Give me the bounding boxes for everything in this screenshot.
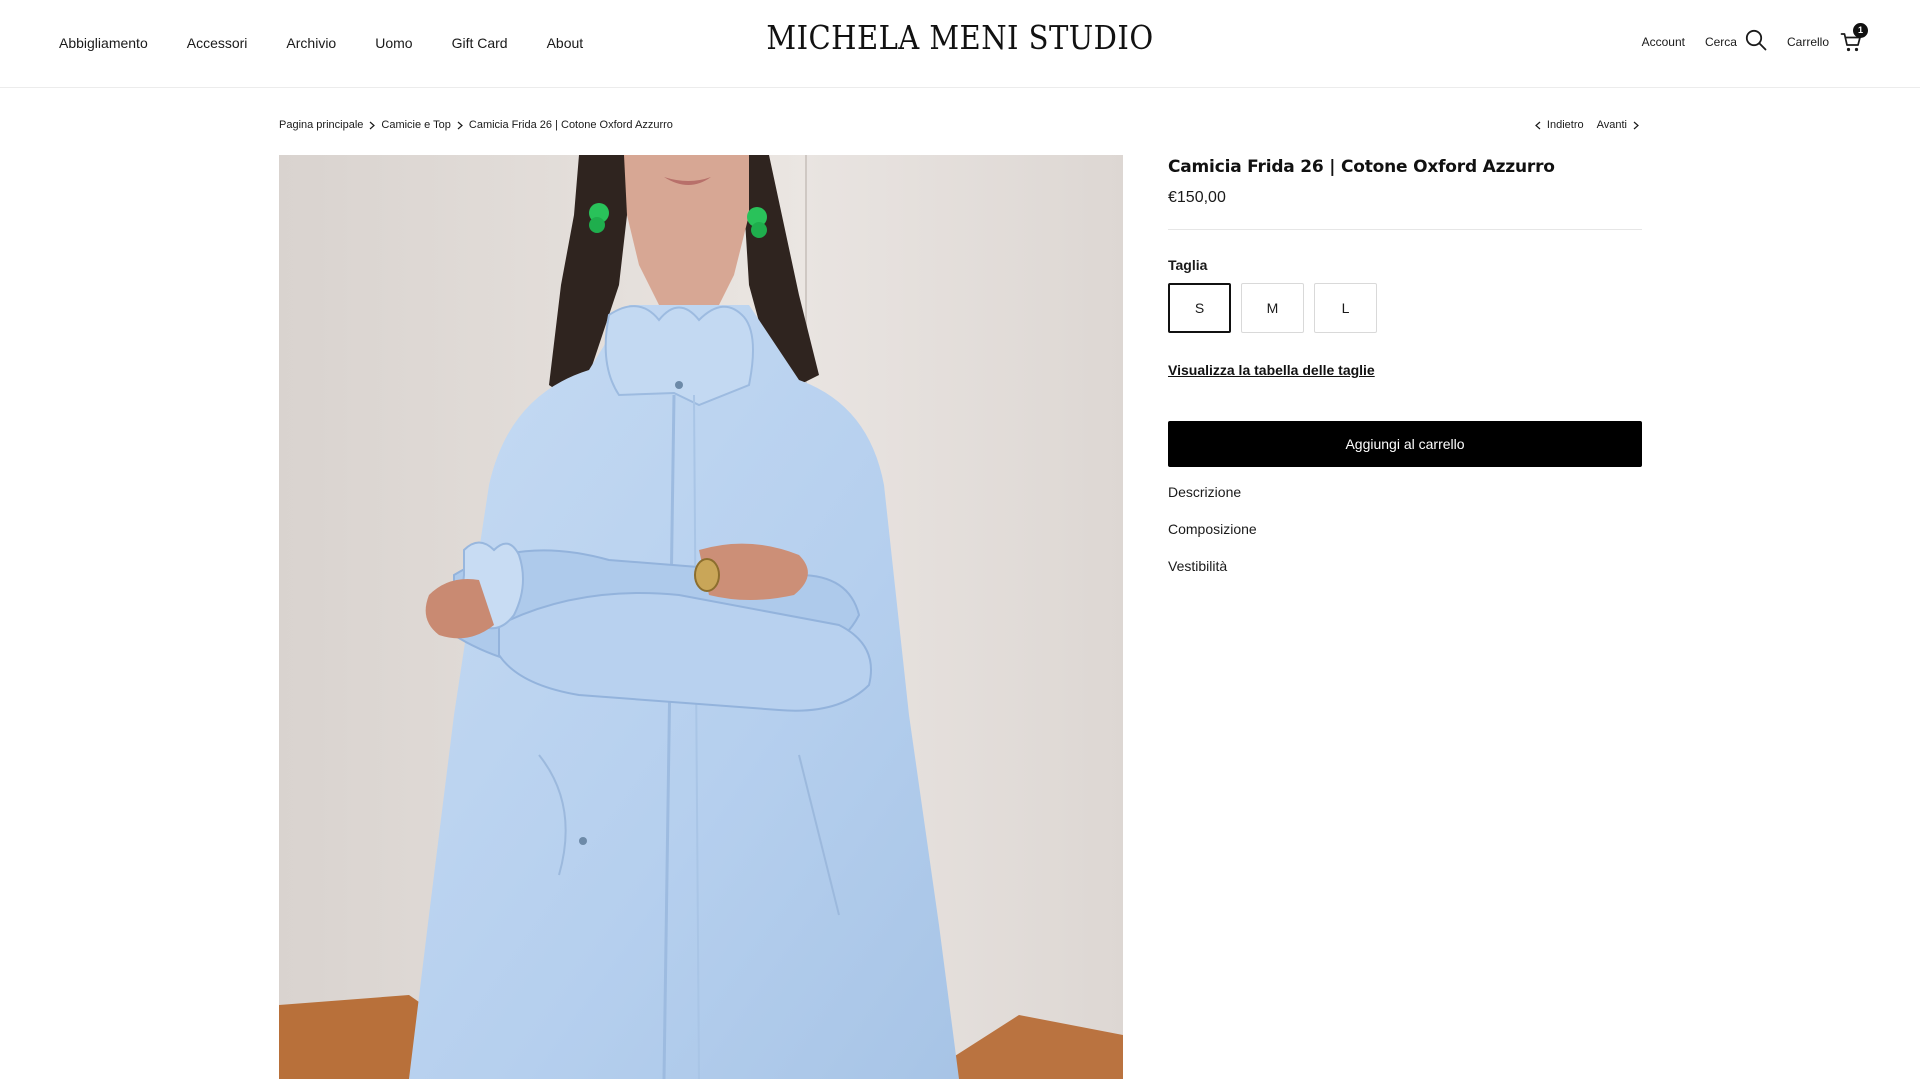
product-price: €150,00	[1168, 189, 1226, 206]
accordion-descrizione[interactable]: Descrizione	[1168, 480, 1642, 517]
cart-button[interactable]: Carrello 1	[1786, 23, 1868, 53]
prev-product-link[interactable]: Indietro	[1535, 119, 1584, 131]
size-guide-link[interactable]: Visualizza la tabella delle taglie	[1168, 362, 1375, 378]
size-option-s[interactable]: S	[1168, 283, 1231, 333]
size-option-l[interactable]: L	[1314, 283, 1377, 333]
breadcrumb: Pagina principale Camicie e Top Camicia …	[279, 119, 673, 131]
accordion-composizione[interactable]: Composizione	[1168, 517, 1642, 554]
header-actions: Account Cerca Carrello 1	[1642, 0, 1868, 84]
site-header: Abbigliamento Accessori Archivio Uomo Gi…	[0, 0, 1920, 88]
size-option-label: Taglia	[1168, 257, 1208, 273]
chevron-right-icon	[369, 121, 376, 130]
breadcrumb-current: Camicia Frida 26 | Cotone Oxford Azzurro	[468, 119, 673, 131]
add-to-cart-button[interactable]: Aggiungi al carrello	[1168, 421, 1642, 467]
breadcrumb-home[interactable]: Pagina principale	[279, 119, 363, 131]
next-product-link[interactable]: Avanti	[1597, 119, 1639, 131]
cart-label: Carrello	[1786, 35, 1829, 49]
chevron-left-icon	[1535, 121, 1541, 129]
brand-logo[interactable]: MICHELA MENI STUDIO	[115, 18, 1805, 57]
size-option-m[interactable]: M	[1241, 283, 1304, 333]
breadcrumb-category[interactable]: Camicie e Top	[381, 119, 451, 131]
cart-count-badge: 1	[1853, 23, 1868, 38]
next-label: Avanti	[1596, 119, 1627, 131]
cart-icon: 1	[1840, 23, 1868, 53]
search-icon	[1745, 29, 1767, 56]
search-label: Cerca	[1704, 35, 1737, 49]
product-accordion: Descrizione Composizione Vestibilità	[1168, 480, 1642, 591]
product-image[interactable]	[279, 155, 1123, 1079]
product-pager: Indietro Avanti	[1535, 119, 1639, 131]
accordion-vestibilita[interactable]: Vestibilità	[1168, 554, 1642, 591]
product-title: Camicia Frida 26 | Cotone Oxford Azzurro	[1168, 157, 1555, 177]
divider	[1168, 229, 1642, 230]
chevron-right-icon	[457, 121, 463, 130]
chevron-right-icon	[1633, 121, 1639, 129]
account-link[interactable]: Account	[1642, 35, 1685, 49]
prev-label: Indietro	[1546, 119, 1584, 131]
size-selector: S M L	[1168, 283, 1642, 333]
search-button[interactable]: Cerca	[1705, 29, 1767, 56]
product-info: Camicia Frida 26 | Cotone Oxford Azzurro…	[1168, 155, 1642, 591]
